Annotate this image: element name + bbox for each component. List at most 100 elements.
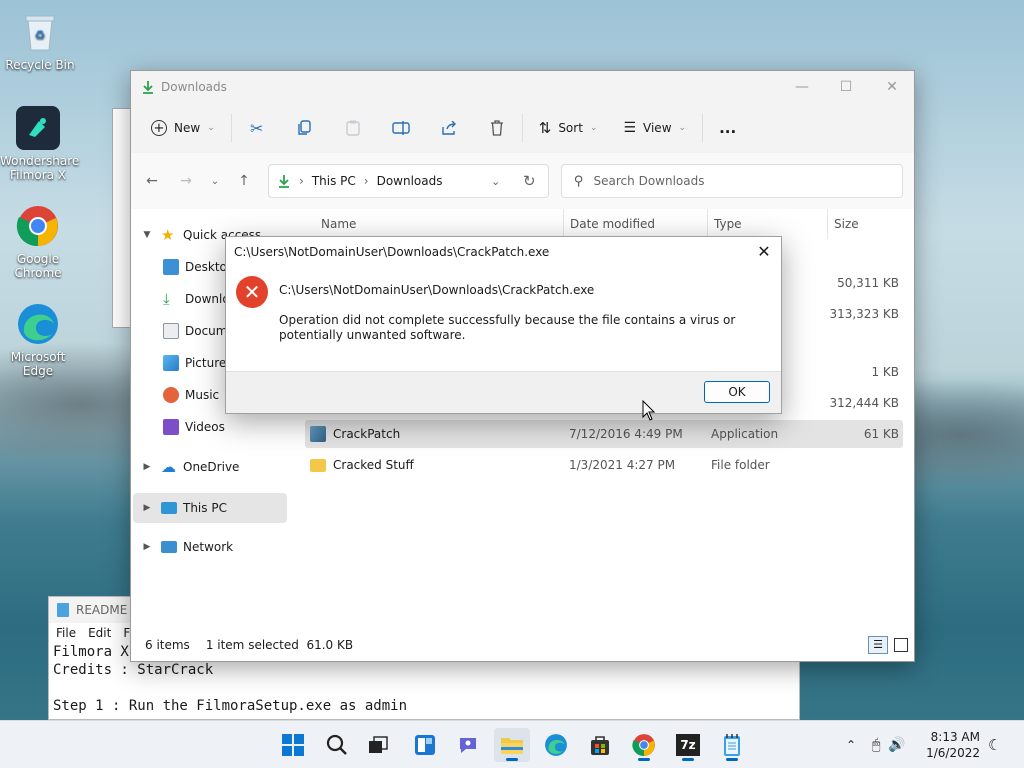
column-header-name[interactable]: Name (321, 209, 356, 239)
refresh-icon[interactable]: ↻ (523, 172, 536, 190)
windows-logo-icon (282, 734, 304, 756)
documents-icon (163, 323, 179, 339)
sort-icon: ⇅ (538, 119, 552, 137)
desktop-icon-label: Wondershare Filmora X (0, 154, 80, 182)
minimize-button[interactable]: — (779, 71, 825, 103)
search-button[interactable] (319, 728, 355, 762)
show-hidden-icons-button[interactable]: ⌃ (846, 721, 856, 768)
nav-onedrive[interactable]: ▶ ☁ OneDrive (133, 453, 287, 481)
nav-videos[interactable]: Videos (133, 413, 287, 441)
notepad-icon (57, 603, 69, 617)
download-icon (143, 81, 153, 94)
back-button[interactable]: ← (135, 165, 169, 197)
7zip-icon: 7z (676, 734, 700, 756)
network-icon (161, 541, 177, 553)
7zip-taskbar-button[interactable]: 7z (670, 728, 706, 762)
search-icon: ⚲ (574, 173, 584, 189)
details-view-icon[interactable]: ☰ (868, 636, 888, 654)
desktop-icon-edge[interactable]: Microsoft Edge (0, 302, 76, 378)
nav-network[interactable]: ▶ Network (133, 533, 287, 561)
file-explorer-taskbar-button[interactable] (494, 728, 530, 762)
task-view-button[interactable] (360, 728, 396, 762)
file-type: File folder (711, 458, 770, 472)
edge-taskbar-button[interactable] (538, 728, 574, 762)
column-label: Date modified (570, 217, 656, 231)
view-button[interactable]: ☰ View ⌄ (615, 112, 694, 144)
copy-button[interactable] (288, 112, 322, 144)
file-size: 61 KB (863, 427, 899, 441)
background-window (112, 108, 132, 328)
edge-icon (16, 302, 60, 346)
nav-this-pc[interactable]: ▶ This PC (133, 493, 287, 523)
rename-icon (392, 121, 410, 135)
cut-button[interactable]: ✂ (240, 112, 274, 144)
column-label: Size (834, 217, 859, 231)
maximize-button[interactable]: ☐ (823, 71, 869, 103)
up-button[interactable]: ↑ (227, 165, 261, 197)
divider (702, 114, 704, 142)
desktop-icon-recycle-bin[interactable]: ♻ Recycle Bin (2, 10, 78, 72)
store-taskbar-button[interactable] (582, 728, 618, 762)
explorer-title-bar[interactable]: Downloads — ☐ ✕ (131, 71, 914, 103)
chat-button[interactable] (450, 728, 486, 762)
menu-edit[interactable]: Edit (88, 626, 111, 640)
share-button[interactable] (432, 112, 466, 144)
nav-label: Videos (185, 420, 225, 434)
forward-button[interactable]: → (169, 165, 203, 197)
address-bar[interactable]: › This PC › Downloads ⌄ ↻ (268, 164, 549, 198)
window-title: Downloads (161, 80, 227, 94)
desktop-folder-icon (163, 259, 179, 275)
column-header-type[interactable]: Type (707, 209, 827, 239)
desktop-icon-chrome[interactable]: Google Chrome (0, 204, 76, 280)
new-label: New (174, 121, 201, 135)
plus-icon: + (151, 120, 167, 136)
error-dialog[interactable]: C:\Users\NotDomainUser\Downloads\CrackPa… (225, 236, 782, 414)
breadcrumb-this-pc[interactable]: This PC (312, 174, 356, 188)
selection-info: 1 item selected 61.0 KB (205, 638, 354, 652)
dialog-message: Operation did not complete successfully … (279, 313, 736, 342)
chrome-taskbar-button[interactable] (626, 728, 662, 762)
file-row-crackpatch[interactable]: CrackPatch 7/12/2016 4:49 PM Application… (305, 420, 903, 448)
search-input[interactable]: ⚲ Search Downloads (561, 164, 903, 198)
delete-button[interactable] (480, 112, 514, 144)
system-tray[interactable]: 🖱 🔊 (872, 721, 906, 768)
widgets-button[interactable] (407, 728, 443, 762)
notepad-taskbar-button[interactable] (714, 728, 750, 762)
task-view-icon (369, 736, 388, 753)
ok-button[interactable]: OK (704, 381, 770, 403)
scissors-icon: ✂ (250, 118, 264, 138)
cloud-icon: ☁ (161, 458, 176, 476)
view-list-icon: ☰ (623, 120, 637, 136)
focus-assist-button[interactable]: ☾ (988, 721, 1001, 768)
address-history-chevron-icon[interactable]: ⌄ (491, 175, 500, 188)
new-button[interactable]: + New ⌄ (143, 112, 223, 144)
start-button[interactable] (275, 728, 311, 762)
svg-text:♻: ♻ (35, 28, 46, 42)
menu-file[interactable]: File (56, 626, 76, 640)
file-row-cracked-stuff[interactable]: Cracked Stuff 1/3/2021 4:27 PM File fold… (305, 451, 903, 479)
recent-locations-button[interactable]: ⌄ (203, 165, 227, 197)
filmora-icon (16, 106, 60, 150)
rename-button[interactable] (384, 112, 418, 144)
sort-button[interactable]: ⇅ Sort ⌄ (531, 112, 606, 144)
dialog-title: C:\Users\NotDomainUser\Downloads\CrackPa… (234, 245, 550, 259)
text-line: Credits : StarCrack (53, 662, 214, 678)
moon-icon: ☾ (988, 736, 1002, 754)
desktop-icon-filmora[interactable]: Wondershare Filmora X (0, 106, 80, 182)
more-options-button[interactable]: ... (711, 112, 744, 144)
column-header-size[interactable]: Size (827, 209, 907, 239)
tiles-view-icon[interactable] (894, 638, 908, 652)
paste-button[interactable] (336, 112, 370, 144)
store-bag-icon (591, 736, 609, 755)
clock[interactable]: 8:13 AM 1/6/2022 (926, 729, 980, 761)
sort-label: Sort (558, 121, 583, 135)
file-size: 1 KB (871, 365, 899, 379)
chevron-down-icon: ⌄ (589, 123, 598, 133)
download-icon: ⤓ (163, 290, 170, 308)
close-button[interactable]: ✕ (869, 71, 915, 103)
share-icon (442, 121, 456, 135)
column-header-date[interactable]: Date modified (563, 209, 707, 239)
dialog-close-button[interactable]: ✕ (753, 241, 775, 263)
collapsed-chevron-icon: ▶ (143, 503, 151, 513)
breadcrumb-downloads[interactable]: Downloads (377, 174, 443, 188)
